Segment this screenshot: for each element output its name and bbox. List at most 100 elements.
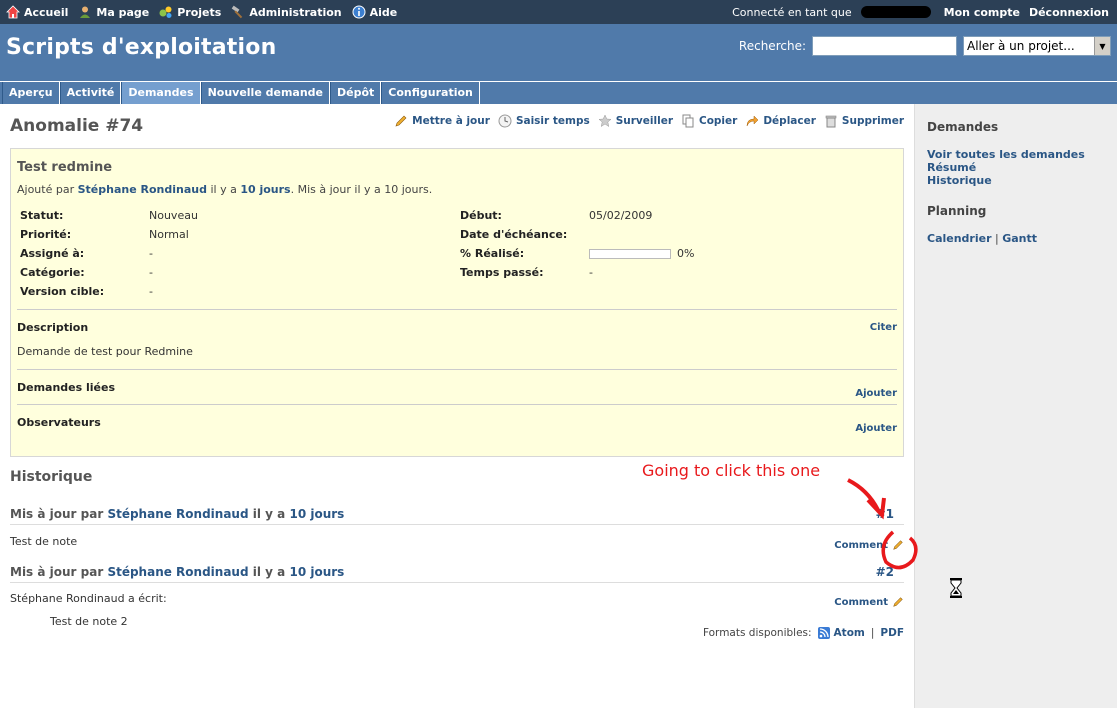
search-label: Recherche: — [738, 39, 806, 53]
project-jump-value: Aller à un projet... — [967, 39, 1075, 53]
sidebar-item-calendar[interactable]: Calendrier — [927, 232, 992, 245]
copy-label: Copier — [699, 115, 738, 127]
projects-icon — [159, 6, 172, 18]
attr-label: Catégorie: — [20, 266, 85, 279]
sidebar-item-all-issues[interactable]: Voir toutes les demandes — [927, 148, 1105, 161]
chevron-down-icon[interactable]: ▼ — [1094, 37, 1110, 55]
issue-heading: Anomalie #74 — [10, 116, 144, 136]
sidebar-item-summary[interactable]: Résumé — [927, 161, 1105, 174]
annotation-text: Going to click this one — [642, 461, 821, 480]
sidebar-item-gantt[interactable]: Gantt — [1002, 232, 1037, 245]
ago-text: il y a — [210, 183, 237, 196]
updated-by-text: Mis à jour par — [10, 565, 104, 579]
ago-text: il y a — [252, 565, 286, 579]
quote-link[interactable]: Citer — [870, 322, 897, 333]
journal-age-link[interactable]: 10 jours — [289, 565, 344, 579]
add-watcher-link[interactable]: Ajouter — [855, 423, 897, 434]
formats-row: Formats disponibles: Atom | PDF — [10, 627, 904, 647]
updated-by-text: Mis à jour par — [10, 507, 104, 521]
tab-repository[interactable]: Dépôt — [330, 82, 382, 104]
delete-button[interactable]: Supprimer — [824, 114, 904, 128]
comment-label: Comment — [834, 596, 888, 608]
project-jump-select[interactable]: Aller à un projet... ▼ — [963, 36, 1111, 56]
top-menu-my-page-label: Ma page — [96, 5, 150, 19]
author-link[interactable]: Stéphane Rondinaud — [78, 183, 207, 196]
project-title: Scripts d'exploitation — [6, 35, 277, 60]
attr-label: Statut: — [20, 209, 64, 222]
issue-box: Test redmine Ajouté par Stéphane Rondina… — [10, 148, 904, 457]
attr-label: Priorité: — [20, 228, 72, 241]
description-text: Demande de test pour Redmine — [17, 345, 193, 358]
journal-author-link[interactable]: Stéphane Rondinaud — [107, 565, 248, 579]
content: Anomalie #74 Mettre à jour Saisir temps … — [0, 104, 914, 647]
pencil-icon — [395, 115, 407, 127]
attr-spent-time: Temps passé: - — [457, 263, 897, 282]
sidebar-issues-title: Demandes — [927, 120, 999, 134]
log-time-button[interactable]: Saisir temps — [498, 114, 590, 128]
tab-new-issue[interactable]: Nouvelle demande — [200, 82, 331, 104]
top-menu-my-page[interactable]: Ma page — [78, 5, 149, 19]
trash-icon — [825, 115, 837, 128]
hourglass-cursor-icon — [950, 578, 962, 598]
attr-value: 0% — [589, 247, 694, 260]
pencil-icon — [893, 597, 903, 607]
attr-value: Nouveau — [149, 209, 198, 222]
journal-age-link[interactable]: 10 jours — [289, 507, 344, 521]
tab-settings[interactable]: Configuration — [381, 82, 480, 104]
top-menu-help[interactable]: Aide — [352, 5, 397, 19]
sidebar-item-history[interactable]: Historique — [927, 174, 1105, 187]
tab-issues[interactable]: Demandes — [121, 82, 201, 104]
delete-label: Supprimer — [841, 115, 904, 127]
top-menu-projects[interactable]: Projets — [159, 5, 221, 19]
watchers-section: Observateurs Ajouter — [17, 404, 897, 444]
tab-activity[interactable]: Activité — [59, 82, 122, 104]
issue-author-line: Ajouté par Stéphane Rondinaud il y a 10 … — [17, 183, 897, 196]
progress-text: 0% — [677, 247, 695, 260]
journal-author-link[interactable]: Stéphane Rondinaud — [107, 507, 248, 521]
copy-button[interactable]: Copier — [681, 114, 737, 128]
search-input[interactable] — [812, 36, 957, 56]
issue-attributes: Statut: Nouveau Priorité: Normal Assigné à… — [17, 206, 897, 301]
related-issues-section: Demandes liées Ajouter — [17, 369, 897, 404]
quote-comment-button[interactable]: Comment — [834, 596, 904, 608]
help-icon — [352, 5, 366, 19]
journal-note: Stéphane Rondinaud a écrit: — [10, 592, 167, 605]
sidebar: Demandes Voir toutes les demandes Résumé… — [914, 104, 1117, 708]
attr-value: Normal — [149, 228, 189, 241]
issue-actions: Mettre à jour Saisir temps Surveiller Co… — [386, 114, 904, 128]
age-link[interactable]: 10 jours — [240, 183, 290, 196]
my-account-link[interactable]: Mon compte — [944, 6, 1020, 19]
atom-link[interactable]: Atom — [834, 627, 865, 639]
add-related-link[interactable]: Ajouter — [855, 388, 897, 399]
formats-label: Formats disponibles: — [702, 627, 812, 639]
star-icon — [598, 114, 612, 128]
top-menu-home[interactable]: Accueil — [6, 5, 68, 19]
attr-label: Début: — [460, 209, 502, 222]
tab-overview[interactable]: Aperçu — [2, 82, 60, 104]
export-formats: Formats disponibles: Atom | PDF — [703, 627, 904, 639]
attr-category: Catégorie: - — [17, 263, 457, 282]
watch-button[interactable]: Surveiller — [598, 114, 673, 128]
journal-header: Mis à jour par Stéphane Rondinaud il y a… — [10, 507, 904, 525]
top-menu-administration[interactable]: Administration — [231, 5, 342, 19]
sidebar-planning-title: Planning — [927, 204, 987, 218]
update-button[interactable]: Mettre à jour — [394, 114, 490, 128]
annotation-arrow-icon — [847, 478, 918, 570]
sidebar-planning-links: Calendrier | Gantt — [927, 232, 1105, 245]
logged-as-text: Connecté en tant que — [732, 5, 852, 19]
watchers-heading: Observateurs — [17, 416, 101, 429]
ago-text: il y a — [252, 507, 286, 521]
attr-label: Temps passé: — [460, 266, 544, 279]
journal-entry: Mis à jour par Stéphane Rondinaud il y a… — [10, 507, 904, 555]
move-button[interactable]: Déplacer — [745, 114, 816, 128]
issue-subject: Test redmine — [17, 160, 113, 175]
journal-note: Test de note — [10, 535, 78, 548]
logout-link[interactable]: Déconnexion — [1029, 6, 1109, 19]
attr-priority: Priorité: Normal — [17, 225, 457, 244]
description-heading: Description — [17, 321, 89, 334]
update-label: Mettre à jour — [412, 115, 490, 127]
hammer-icon — [232, 5, 243, 19]
pdf-link[interactable]: PDF — [880, 627, 904, 639]
move-icon — [747, 115, 759, 127]
watch-label: Surveiller — [615, 115, 673, 127]
